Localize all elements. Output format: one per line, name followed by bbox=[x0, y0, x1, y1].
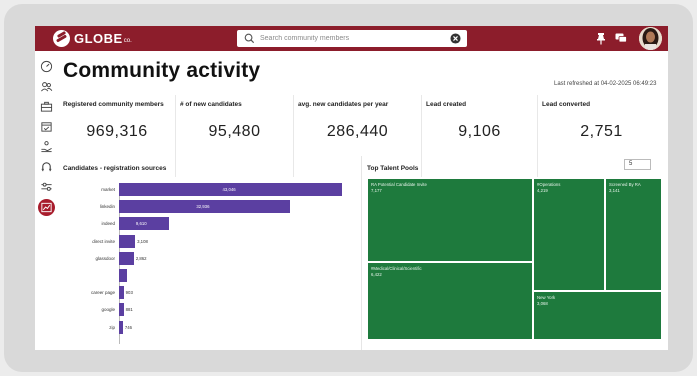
kpi-value: 969,316 bbox=[86, 123, 148, 140]
treemap-cell-value: 4,219 bbox=[537, 188, 548, 193]
registration-sources-title: Candidates - registration sources bbox=[63, 165, 167, 172]
bar-category-label: market bbox=[101, 187, 115, 192]
treemap-cell-value: 3,068 bbox=[537, 301, 548, 306]
logo-suffix: co. bbox=[123, 38, 132, 44]
bar-category-label: glassdoor bbox=[95, 255, 115, 261]
logo-icon bbox=[53, 30, 70, 47]
nav-campaigns[interactable] bbox=[38, 138, 55, 155]
bar[interactable] bbox=[119, 251, 134, 265]
treemap-cell-value: 6,422 bbox=[371, 272, 382, 277]
top-bar: GLOBE co. bbox=[35, 26, 668, 51]
kpi-value: 95,480 bbox=[208, 123, 261, 140]
bar-row: career page 903 bbox=[59, 286, 359, 300]
treemap-cell-value: 3,141 bbox=[609, 188, 620, 193]
bar-category-label: indeed bbox=[101, 221, 115, 227]
bar-value-label: 903 bbox=[125, 290, 133, 296]
bar-row: market 43,046 bbox=[59, 183, 359, 196]
bar-row: direct invite 3,108 bbox=[59, 234, 359, 248]
search-input[interactable] bbox=[256, 35, 449, 42]
nav-jobs[interactable] bbox=[38, 98, 55, 115]
search-bar[interactable] bbox=[237, 30, 467, 47]
page-title: Community activity bbox=[63, 59, 261, 82]
kpi-label: # of new candidates bbox=[180, 101, 242, 108]
kpi-label: Lead converted bbox=[542, 101, 591, 108]
nav-community[interactable] bbox=[38, 78, 55, 95]
treemap-cell-value: 7,177 bbox=[371, 188, 382, 193]
treemap-cell-label: #Medical/Clinical/Scientific bbox=[371, 266, 422, 271]
bar-category-label: direct invite bbox=[92, 238, 115, 244]
chat-icon[interactable] bbox=[615, 33, 627, 44]
bar-value-label: 746 bbox=[124, 324, 133, 330]
sliders-icon bbox=[41, 182, 52, 191]
bar-row: indeed 9,610 bbox=[59, 217, 359, 231]
treemap-cell-label: Screened By RA bbox=[609, 182, 641, 187]
bar-value-label: 9,610 bbox=[135, 221, 147, 227]
bar-value-label: 3,108 bbox=[137, 238, 148, 244]
nav-magnet[interactable] bbox=[38, 158, 55, 175]
kpi-label: Lead created bbox=[426, 101, 467, 108]
analytics-icon bbox=[41, 202, 52, 213]
bar[interactable] bbox=[119, 286, 124, 300]
kpi-value: 2,751 bbox=[580, 123, 623, 140]
bar-row bbox=[59, 269, 359, 282]
treemap-cell-label: New York bbox=[537, 295, 556, 300]
bar[interactable] bbox=[119, 320, 123, 334]
bar-category-label: zip bbox=[109, 324, 115, 330]
bar-value-label: 43,046 bbox=[222, 187, 236, 192]
nav-analytics[interactable] bbox=[38, 199, 55, 216]
bar-value-label: 32,936 bbox=[196, 204, 210, 210]
nav-filters[interactable] bbox=[38, 178, 55, 195]
bar-category-label: linkedin bbox=[99, 204, 115, 210]
briefcase-icon bbox=[40, 101, 53, 112]
treemap-cell-label: RA Potential Candidate Invite bbox=[371, 182, 427, 187]
app-window: GLOBE co. Search community members Commu… bbox=[35, 26, 668, 350]
nav-calendar[interactable] bbox=[38, 118, 55, 135]
kpi-label: Registered community members bbox=[63, 101, 164, 108]
panel-divider bbox=[361, 156, 362, 350]
globe-logo[interactable]: GLOBE co. bbox=[53, 30, 132, 47]
bar-value-label: 881 bbox=[125, 307, 133, 313]
nav-dashboard[interactable] bbox=[38, 58, 55, 75]
bar[interactable] bbox=[119, 303, 124, 317]
treemap-cell[interactable]: #Medical/Clinical/Scientific 6,422 bbox=[367, 262, 533, 340]
pin-icon[interactable] bbox=[595, 32, 607, 45]
bar[interactable] bbox=[119, 234, 136, 248]
gauge-icon bbox=[40, 60, 53, 73]
kpi-value: 286,440 bbox=[326, 123, 389, 140]
kpi-label: avg. new candidates per year bbox=[298, 101, 389, 108]
users-icon bbox=[41, 82, 53, 92]
user-avatar[interactable] bbox=[639, 27, 662, 50]
bar-value-label: 2,862 bbox=[135, 255, 147, 261]
bar-row: linkedin 32,936 bbox=[59, 200, 359, 214]
kpi-lead-created: Lead created 9,106 bbox=[422, 95, 537, 177]
bar-row: zip 746 bbox=[59, 320, 359, 334]
clear-search-icon[interactable] bbox=[450, 33, 461, 44]
top-n-select[interactable]: 5 bbox=[624, 159, 651, 170]
avatar-image bbox=[639, 27, 662, 50]
magnet-icon bbox=[41, 162, 52, 172]
bar-row: google 881 bbox=[59, 303, 359, 317]
last-refreshed: Last refreshed at 04-02-2025 06:49:23 bbox=[554, 81, 657, 87]
bar[interactable] bbox=[119, 269, 128, 282]
search-icon bbox=[244, 33, 255, 44]
treemap-cell[interactable]: New York 3,068 bbox=[533, 291, 662, 340]
hand-coin-icon bbox=[41, 141, 52, 153]
treemap-cell[interactable]: #Operations 4,219 bbox=[533, 178, 605, 291]
bar-category-label: career page bbox=[90, 290, 115, 296]
calendar-icon bbox=[41, 122, 52, 132]
logo-text: GLOBE bbox=[74, 31, 123, 46]
talent-pools-title: Top Talent Pools bbox=[367, 165, 419, 172]
treemap-cell[interactable]: Screened By RA 3,141 bbox=[605, 178, 662, 291]
bar-row: glassdoor 2,862 bbox=[59, 251, 359, 265]
sidebar bbox=[35, 51, 58, 350]
kpi-value: 9,106 bbox=[458, 123, 501, 140]
treemap-cell-label: #Operations bbox=[537, 182, 561, 187]
bar-category-label: google bbox=[101, 307, 115, 313]
registration-sources-panel: Candidates - registration sources market… bbox=[59, 156, 359, 350]
treemap-cell[interactable]: RA Potential Candidate Invite 7,177 bbox=[367, 178, 533, 262]
